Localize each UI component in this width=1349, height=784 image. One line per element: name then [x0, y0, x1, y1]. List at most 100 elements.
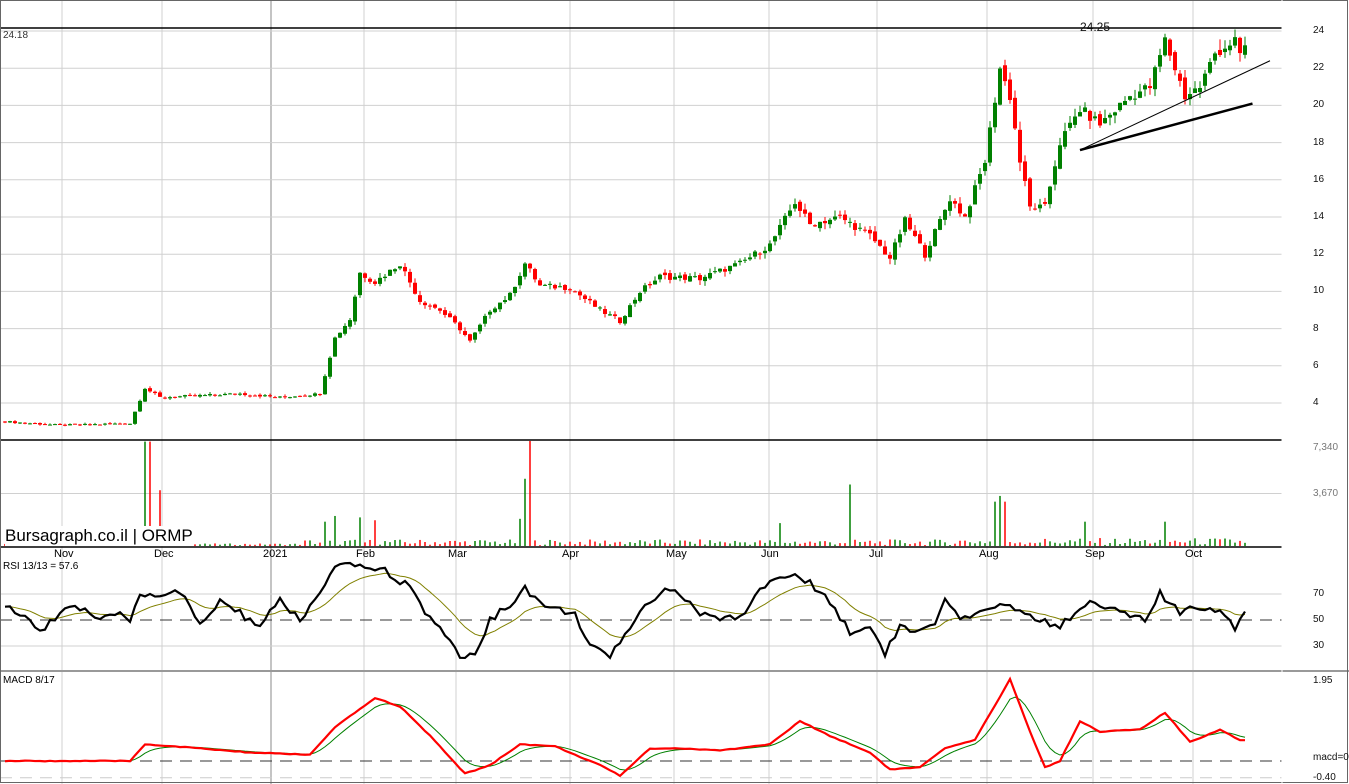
candle-body [768, 243, 772, 252]
candle-body [103, 423, 107, 425]
rsi-tick: 50 [1313, 614, 1325, 625]
candle-body [173, 396, 177, 398]
candle-body [713, 271, 717, 273]
candle-body [408, 271, 412, 283]
candle-body [923, 245, 927, 258]
candle-body [263, 395, 267, 397]
candle-body [868, 229, 872, 234]
candle-body [503, 300, 507, 303]
volume-tick: 7,340 [1313, 442, 1339, 453]
candle-body [663, 272, 667, 276]
candle-body [8, 421, 12, 423]
candle-body [183, 395, 187, 397]
candle-body [903, 217, 907, 232]
candle-body [1208, 62, 1212, 73]
candle-body [1068, 122, 1072, 128]
candle-body [818, 221, 822, 229]
candle-body [933, 229, 937, 247]
candle-body [1143, 85, 1147, 90]
candle-body [153, 391, 157, 394]
candle-body [523, 263, 527, 277]
candle-body [693, 276, 697, 278]
candle-body [848, 221, 852, 223]
candle-body [988, 127, 992, 163]
candle-body [1053, 166, 1057, 185]
price-tick: 4 [1313, 397, 1319, 408]
candle-body [1243, 45, 1247, 55]
month-label: Jul [869, 548, 884, 560]
resistance-label: 24.25 [1080, 20, 1111, 34]
candle-body [298, 395, 302, 397]
candle-body [803, 209, 807, 214]
candle-body [978, 174, 982, 184]
candle-body [1108, 114, 1112, 118]
candle-body [388, 269, 392, 276]
candle-body [598, 307, 602, 309]
candle-body [638, 292, 642, 302]
candle-body [268, 395, 272, 397]
candle-body [953, 201, 957, 204]
candle-body [358, 272, 362, 296]
candle-body [1148, 86, 1152, 89]
candle-body [683, 274, 687, 280]
candle-body [158, 392, 162, 397]
candle-body [428, 305, 432, 307]
candle-body [1158, 55, 1162, 67]
candle-body [88, 424, 92, 426]
candle-body [548, 283, 552, 285]
candle-body [798, 201, 802, 211]
candle-body [1088, 110, 1092, 121]
candle-body [513, 286, 517, 294]
candle-body [533, 269, 537, 280]
stock-chart[interactable] [0, 0, 1349, 784]
candle-body [603, 309, 607, 314]
macd-tick: macd=0 [1313, 752, 1349, 763]
candle-body [1173, 52, 1177, 71]
candle-body [558, 286, 562, 288]
candle-body [748, 257, 752, 260]
candle-body [498, 302, 502, 310]
candle-body [608, 314, 612, 316]
candle-body [213, 394, 217, 396]
candle-body [108, 423, 112, 425]
candle-body [248, 395, 252, 397]
candle-body [758, 253, 762, 255]
candle-body [453, 316, 457, 323]
candle-body [33, 423, 37, 425]
candle-body [398, 266, 402, 269]
candle-body [288, 397, 292, 399]
candle-body [948, 201, 952, 211]
candle-body [148, 388, 152, 392]
candle-body [538, 280, 542, 286]
candle-body [178, 396, 182, 398]
candle-body [898, 234, 902, 243]
candle-body [383, 276, 387, 279]
price-tick: 14 [1313, 211, 1325, 222]
candle-body [313, 393, 317, 396]
month-label: Aug [979, 548, 999, 560]
candle-body [723, 269, 727, 272]
candle-body [283, 396, 287, 398]
candle-body [78, 424, 82, 426]
macd-tick: -0.40 [1313, 771, 1336, 783]
candle-body [208, 394, 212, 396]
candle-body [718, 268, 722, 272]
brand-label: Bursagraph.co.il | ORMP [5, 526, 193, 546]
candle-body [413, 282, 417, 294]
candle-body [648, 284, 652, 286]
candle-body [1193, 88, 1197, 94]
candle-body [393, 269, 397, 272]
candle-body [68, 424, 72, 426]
candle-body [293, 396, 297, 398]
candle-body [783, 215, 787, 226]
candle-body [1043, 202, 1047, 204]
candle-body [833, 216, 837, 220]
candle-body [1058, 145, 1062, 169]
candle-body [1118, 102, 1122, 111]
candle-body [853, 223, 857, 230]
candle-body [128, 423, 132, 425]
candle-body [698, 275, 702, 281]
candle-body [488, 311, 492, 315]
candle-body [943, 209, 947, 220]
candle-body [348, 320, 352, 327]
